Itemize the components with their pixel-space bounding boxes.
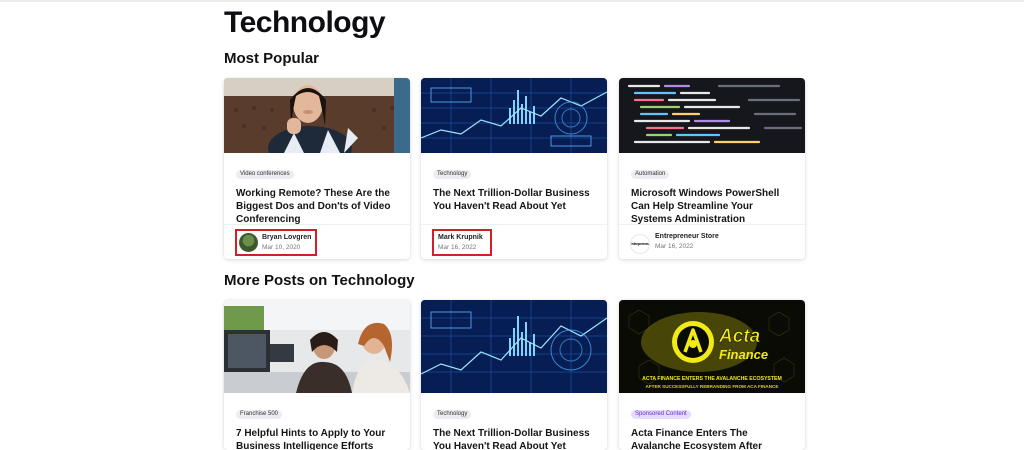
entrepreneur-logo-icon[interactable]: Entrepreneur [630, 234, 650, 254]
author-name[interactable]: Entrepreneur Store [655, 233, 719, 240]
page-title: Technology [224, 6, 386, 39]
banner-caption-line1: ACTA FINANCE ENTERS THE AVALANCHE ECOSYS… [642, 376, 782, 382]
article-card[interactable]: Acta Finance ACTA FINANCE ENTERS THE AVA… [619, 300, 805, 450]
author-byline: Entrepreneur Entrepreneur Store Mar 16, … [619, 224, 805, 259]
article-thumbnail[interactable] [224, 300, 410, 393]
author-name[interactable]: Mark Krupnik [438, 234, 483, 241]
author-byline: Mark Krupnik Mar 16, 2022 [421, 224, 607, 259]
category-tag[interactable]: Franchise 500 [236, 410, 283, 419]
article-card[interactable]: Franchise 500 7 Helpful Hints to Apply t… [224, 300, 410, 450]
banner-caption-line2: AFTER SUCCESSFULLY REBRANDING FROM ACA F… [646, 384, 779, 389]
sponsored-tag[interactable]: Sponsored Content [631, 410, 691, 419]
avatar[interactable] [239, 233, 258, 252]
category-tag[interactable]: Automation [631, 170, 670, 179]
category-tag[interactable]: Video conferences [236, 170, 294, 179]
article-title[interactable]: 7 Helpful Hints to Apply to Your Busines… [236, 427, 398, 450]
author-highlight-box: Mark Krupnik Mar 16, 2022 [432, 229, 492, 256]
banner-brand-line2: Finance [719, 347, 768, 362]
article-title[interactable]: The Next Trillion-Dollar Business You Ha… [433, 187, 595, 213]
most-popular-heading: Most Popular [224, 50, 320, 67]
article-thumbnail[interactable] [421, 300, 607, 393]
author-byline: Bryan Lovgren Mar 10, 2020 [224, 224, 410, 259]
article-thumbnail[interactable] [224, 78, 410, 153]
article-title[interactable]: The Next Trillion-Dollar Business You Ha… [433, 427, 595, 450]
top-divider [0, 0, 1024, 2]
author-highlight-box: Bryan Lovgren Mar 10, 2020 [235, 229, 317, 256]
article-thumbnail[interactable]: Acta Finance ACTA FINANCE ENTERS THE AVA… [619, 300, 805, 393]
article-title[interactable]: Microsoft Windows PowerShell Can Help St… [631, 187, 793, 226]
article-thumbnail[interactable] [619, 78, 805, 153]
article-card[interactable]: Video conferences Working Remote? These … [224, 78, 410, 259]
banner-brand-line1: Acta [718, 326, 761, 347]
publish-date: Mar 10, 2020 [262, 244, 301, 251]
article-card[interactable]: Technology The Next Trillion-Dollar Busi… [421, 300, 607, 450]
publish-date: Mar 16, 2022 [655, 243, 694, 250]
more-posts-heading: More Posts on Technology [224, 272, 415, 289]
article-card[interactable]: Automation Microsoft Windows PowerShell … [619, 78, 805, 259]
category-tag[interactable]: Technology [433, 410, 472, 419]
article-card[interactable]: Technology The Next Trillion-Dollar Busi… [421, 78, 607, 259]
author-name[interactable]: Bryan Lovgren [262, 234, 311, 241]
article-title[interactable]: Working Remote? These Are the Biggest Do… [236, 187, 398, 226]
publish-date: Mar 16, 2022 [438, 244, 477, 251]
category-tag[interactable]: Technology [433, 170, 472, 179]
article-thumbnail[interactable] [421, 78, 607, 153]
article-title[interactable]: Acta Finance Enters The Avalanche Ecosys… [631, 427, 793, 450]
